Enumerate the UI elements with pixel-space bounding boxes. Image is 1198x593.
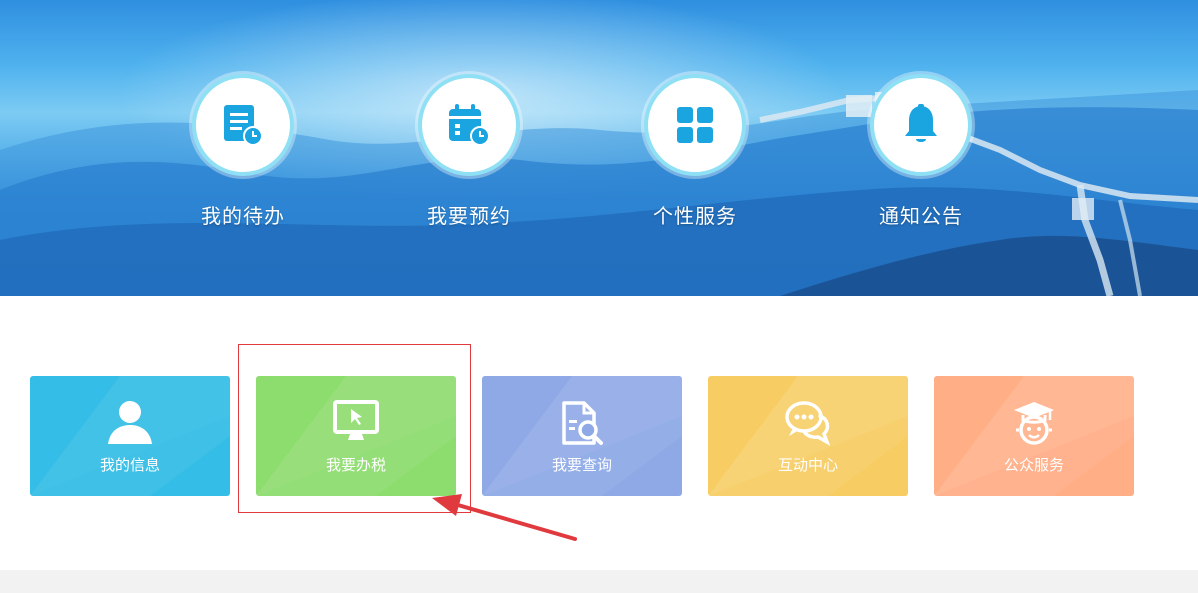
document-search-icon — [562, 401, 603, 445]
calendar-clock-icon — [449, 104, 490, 146]
quick-link-todo-label: 我的待办 — [201, 204, 285, 228]
card-public-service-icon-wrap — [934, 400, 1134, 448]
card-public-service[interactable]: 公众服务 — [934, 376, 1134, 496]
card-interaction-center-icon-wrap — [708, 400, 908, 448]
card-interaction-center-label: 互动中心 — [777, 456, 838, 474]
quick-link-notice[interactable]: 通知公告 — [851, 74, 991, 229]
quick-link-personal-service-circle[interactable] — [644, 74, 746, 176]
card-tax-filing-icon-wrap — [256, 400, 456, 448]
card-my-info[interactable]: 我的信息 — [30, 376, 230, 496]
card-tax-filing[interactable]: 我要办税 — [256, 376, 456, 496]
card-public-service-label: 公众服务 — [1003, 456, 1064, 474]
todo-list-icon — [224, 105, 263, 146]
card-query[interactable]: 我要查询 — [482, 376, 682, 496]
quick-link-personal-service-label: 个性服务 — [653, 204, 737, 228]
service-cards: 我的信息 我要办税 我要查询 互动中心 公众服务 — [0, 376, 1198, 496]
quick-link-appointment-label: 我要预约 — [427, 204, 511, 228]
quick-link-appointment-circle[interactable] — [418, 74, 520, 176]
monitor-cursor-icon — [333, 400, 379, 440]
card-query-label: 我要查询 — [551, 456, 612, 474]
card-query-icon-wrap — [482, 400, 682, 448]
card-interaction-center[interactable]: 互动中心 — [708, 376, 908, 496]
user-icon — [108, 401, 152, 444]
quick-link-notice-circle[interactable] — [870, 74, 972, 176]
graduate-avatar-icon — [1014, 402, 1054, 445]
grid-apps-icon — [677, 107, 713, 143]
quick-link-notice-label: 通知公告 — [879, 204, 963, 228]
quick-link-todo[interactable]: 我的待办 — [173, 74, 313, 229]
bell-icon — [905, 104, 937, 142]
card-tax-filing-label: 我要办税 — [325, 456, 386, 474]
quick-link-personal-service[interactable]: 个性服务 — [625, 74, 765, 229]
card-my-info-icon-wrap — [30, 400, 230, 448]
footer-strip — [0, 570, 1198, 593]
quick-link-appointment[interactable]: 我要预约 — [399, 74, 539, 229]
card-my-info-label: 我的信息 — [99, 456, 160, 474]
hero-banner: 我的待办 我要预约 个性服务 通知公告 — [0, 0, 1198, 296]
quick-link-todo-circle[interactable] — [192, 74, 294, 176]
chat-bubbles-icon — [785, 401, 831, 446]
